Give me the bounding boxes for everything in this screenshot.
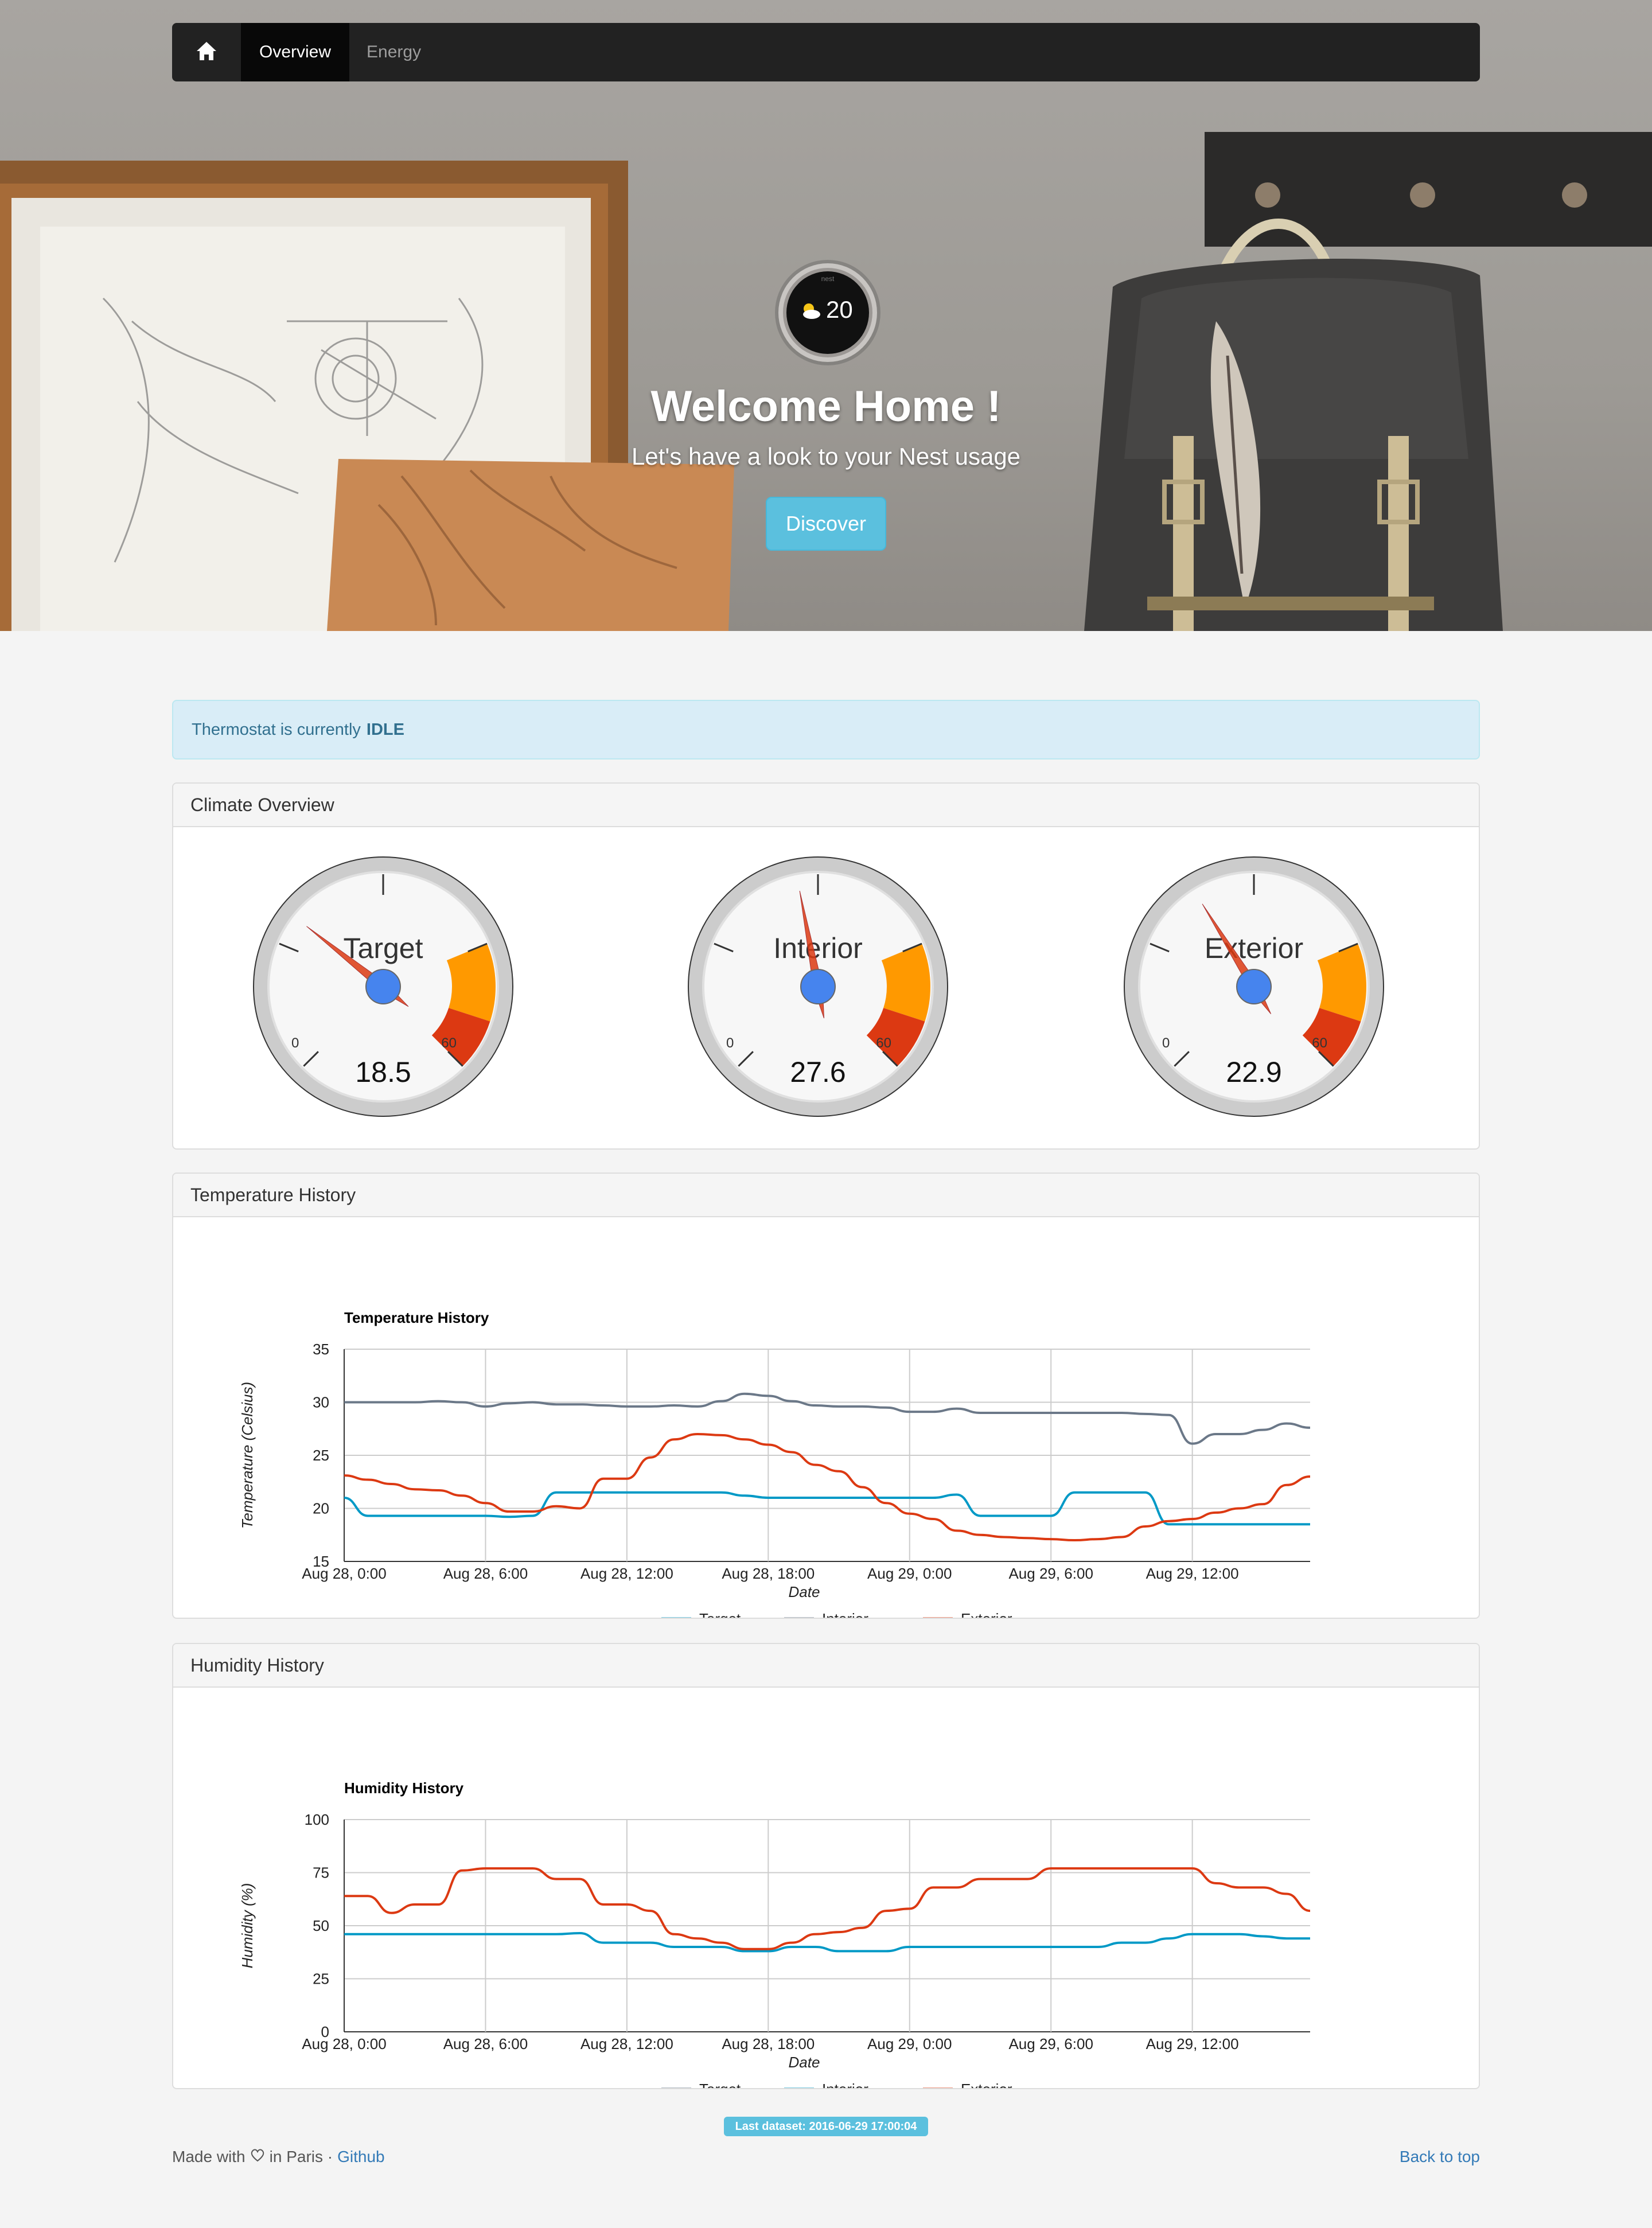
gauges-row: 0 60 Target 18.5 0 60 Interior 27.6 0 60 Exterio…	[173, 827, 1479, 1148]
gauge-value: 18.5	[355, 1056, 411, 1088]
legend-label: Target	[699, 2081, 741, 2089]
gauge-value: 27.6	[790, 1056, 846, 1088]
home-icon	[195, 40, 218, 65]
heart-icon	[250, 2148, 265, 2166]
gauge-interior: 0 60 Interior 27.6	[688, 856, 948, 1117]
x-tick-label: Aug 28, 18:00	[722, 2035, 815, 2052]
thermostat-brand: nest	[821, 275, 835, 283]
y-tick-label: 25	[313, 1970, 329, 1988]
temperature-history-panel: Temperature History Temperature History 1…	[172, 1173, 1480, 1619]
panel-heading: Climate Overview	[173, 784, 1479, 827]
thermostat-temperature: 20	[826, 296, 853, 323]
y-tick-label: 20	[313, 1500, 329, 1517]
back-to-top-link[interactable]: Back to top	[1400, 2148, 1480, 2166]
x-tick-label: Aug 28, 0:00	[302, 2035, 386, 2052]
x-tick-label: Aug 29, 6:00	[1008, 2035, 1093, 2052]
gauge-max-label: 60	[1312, 1035, 1327, 1051]
x-tick-label: Aug 29, 12:00	[1146, 2035, 1239, 2052]
x-tick-label: Aug 28, 6:00	[443, 1565, 528, 1582]
series-line-interior	[344, 1392, 1311, 1445]
x-tick-label: Aug 28, 6:00	[443, 2035, 528, 2052]
gauge-max-label: 60	[441, 1035, 457, 1051]
gauge-exterior: 0 60 Exterior 22.9	[1124, 856, 1384, 1117]
legend-label: Exterior	[961, 2081, 1012, 2089]
legend-label: Interior	[822, 2081, 868, 2089]
nav-tab-energy[interactable]: Energy	[349, 23, 438, 81]
x-tick-label: Aug 28, 12:00	[580, 2035, 673, 2052]
gauge-label: Exterior	[1205, 932, 1303, 964]
x-tick-label: Aug 29, 6:00	[1008, 1565, 1093, 1582]
nav-tab-overview[interactable]: Overview	[241, 23, 350, 81]
x-tick-label: Aug 29, 0:00	[867, 2035, 952, 2052]
chart-title: Humidity History	[344, 1779, 464, 1797]
legend-label: Target	[699, 1610, 741, 1619]
x-tick-label: Aug 29, 12:00	[1146, 1565, 1239, 1582]
hero-banner: Overview Energy nest 20 Welcome Home ! L…	[0, 0, 1652, 631]
gauge-hub	[800, 969, 836, 1004]
humidity-history-chart: Humidity History0255075100Aug 28, 0:00 Au…	[239, 1779, 1311, 2089]
gauge-target: 0 60 Target 18.5	[253, 856, 513, 1117]
gauge-max-label: 60	[876, 1035, 891, 1051]
legend-label: Interior	[822, 1610, 868, 1619]
x-tick-label: Aug 28, 18:00	[722, 1565, 815, 1582]
thermostat-status-alert: Thermostat is currently IDLE	[172, 700, 1480, 759]
top-navbar: Overview Energy	[172, 23, 1480, 81]
last-dataset-badge: Last dataset: 2016-06-29 17:00:04	[724, 2117, 928, 2136]
climate-overview-panel: Climate Overview 0 60 Target 18.5 0 60 Interi…	[172, 782, 1480, 1150]
panel-heading: Temperature History	[173, 1174, 1479, 1217]
nav-home-link[interactable]	[172, 23, 241, 81]
legend-label: Exterior	[961, 1610, 1012, 1619]
gauge-min-label: 0	[726, 1035, 734, 1051]
y-axis-label: Humidity (%)	[239, 1883, 256, 1969]
status-value: IDLE	[366, 720, 404, 739]
y-tick-label: 25	[313, 1447, 329, 1464]
temperature-history-chart: Temperature History1520253035Aug 28, 0:0…	[239, 1309, 1311, 1619]
chart-title: Temperature History	[344, 1309, 489, 1326]
y-axis-label: Temperature (Celsius)	[239, 1382, 256, 1529]
y-tick-label: 30	[313, 1394, 329, 1411]
y-tick-label: 35	[313, 1341, 329, 1358]
status-text: Thermostat is currently	[192, 720, 361, 739]
y-tick-label: 100	[305, 1811, 329, 1828]
gauge-value: 22.9	[1226, 1056, 1281, 1088]
x-tick-label: Aug 28, 0:00	[302, 1565, 386, 1582]
series-line-exterior	[344, 1867, 1311, 1950]
github-link[interactable]: Github	[337, 2148, 385, 2166]
gauge-min-label: 0	[1162, 1035, 1170, 1051]
in-paris-text: in Paris ·	[269, 2148, 333, 2165]
footer-credits: Made with in Paris · Github	[172, 2148, 385, 2166]
x-tick-label: Aug 29, 0:00	[867, 1565, 952, 1582]
panel-heading: Humidity History	[173, 1644, 1479, 1688]
gauge-hub	[1236, 969, 1272, 1004]
discover-button[interactable]: Discover	[766, 497, 886, 551]
hero-title: Welcome Home !	[650, 382, 1002, 431]
hero-subtitle: Let's have a look to your Nest usage	[631, 443, 1021, 470]
series-line-interior	[344, 1931, 1310, 1953]
gauge-hub	[365, 969, 401, 1004]
made-with-text: Made with	[172, 2148, 246, 2165]
x-axis-label: Date	[789, 2054, 820, 2071]
humidity-history-panel: Humidity History Humidity History 0 25 50 75…	[172, 1643, 1480, 2089]
y-tick-label: 75	[313, 1864, 329, 1882]
gauge-label: Target	[344, 932, 423, 964]
x-axis-label: Date	[789, 1583, 820, 1600]
x-tick-label: Aug 28, 12:00	[580, 1565, 673, 1582]
gauge-label: Interior	[773, 932, 863, 964]
y-tick-label: 50	[313, 1917, 329, 1934]
gauge-min-label: 0	[291, 1035, 299, 1051]
